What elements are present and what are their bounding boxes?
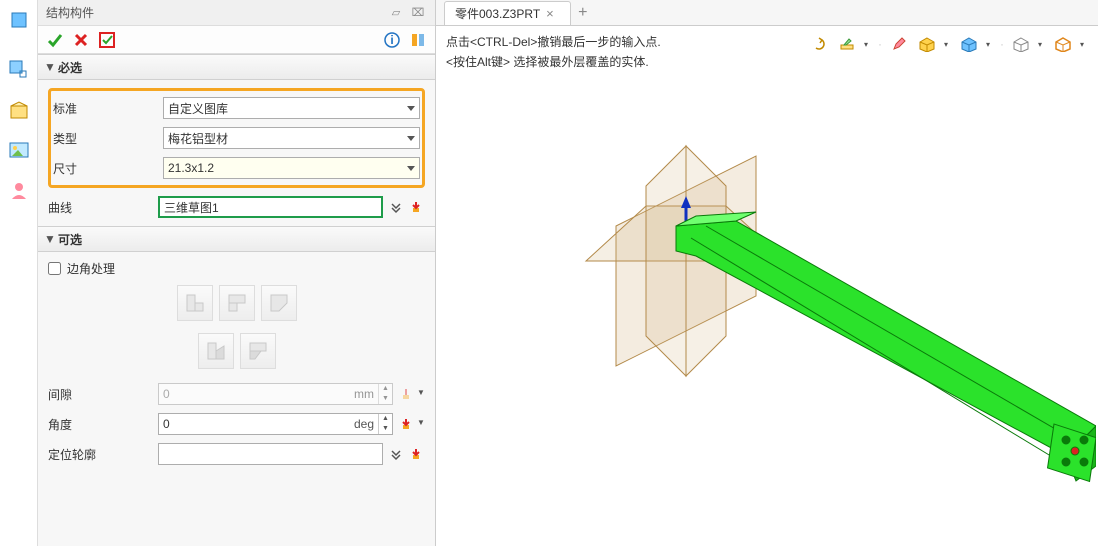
- corner-options: [157, 285, 317, 369]
- chevron-down-icon: ▼: [44, 60, 54, 74]
- corner-checkbox[interactable]: [48, 262, 61, 275]
- cancel-button[interactable]: [70, 29, 92, 51]
- corner-checkbox-row: 边角处理: [48, 260, 425, 277]
- corner-option-3[interactable]: [261, 285, 297, 321]
- label-angle: 角度: [48, 416, 158, 433]
- left-toolbar: [0, 0, 38, 546]
- section-required-body: 标准 自定义图库 类型 梅花铝型材 尺寸 21.3x1.2 曲线 三维草图1: [38, 80, 435, 226]
- close-panel-icon[interactable]: ⌧: [409, 6, 427, 20]
- label-profile: 定位轮廓: [48, 446, 158, 463]
- size-select[interactable]: 21.3x1.2: [163, 157, 420, 179]
- panel-title-bar: 结构构件 ▱ ⌧: [38, 0, 435, 26]
- section-optional-header[interactable]: ▼ 可选: [38, 226, 435, 252]
- corner-option-4[interactable]: [198, 333, 234, 369]
- image-icon[interactable]: [7, 138, 31, 162]
- profile-pick-icon[interactable]: [407, 443, 425, 465]
- document-tab[interactable]: 零件003.Z3PRT ×: [444, 1, 571, 25]
- expand-down-icon[interactable]: [387, 196, 405, 218]
- apply-button[interactable]: [96, 29, 118, 51]
- panel-title: 结构构件: [46, 4, 94, 21]
- angle-input[interactable]: 0 deg ▲▼: [158, 413, 393, 435]
- sidepanel-button[interactable]: [407, 29, 429, 51]
- label-corner: 边角处理: [67, 260, 115, 277]
- spin-down-icon[interactable]: ▼: [379, 394, 392, 404]
- viewport: 零件003.Z3PRT × + 点击<CTRL-Del>撤销最后一步的输入点. …: [436, 0, 1098, 546]
- user-icon[interactable]: [7, 178, 31, 202]
- standard-select[interactable]: 自定义图库: [163, 97, 420, 119]
- section-required-header[interactable]: ▼ 必选: [38, 54, 435, 80]
- label-gap: 间隙: [48, 386, 158, 403]
- label-size: 尺寸: [53, 160, 163, 177]
- label-curve: 曲线: [48, 199, 158, 216]
- section-optional-body: 边角处理 间隙 0 mm ▲▼ ▼ 角度 0: [38, 252, 435, 473]
- add-tab-button[interactable]: +: [571, 1, 595, 25]
- part-tree-icon[interactable]: [7, 58, 31, 82]
- expand-down-icon[interactable]: [387, 443, 405, 465]
- svg-text:i: i: [390, 33, 393, 47]
- corner-option-1[interactable]: [177, 285, 213, 321]
- curve-input[interactable]: 三维草图1: [158, 196, 383, 218]
- highlighted-group: 标准 自定义图库 类型 梅花铝型材 尺寸 21.3x1.2: [48, 88, 425, 188]
- chevron-down-icon: ▼: [44, 232, 54, 246]
- restore-icon[interactable]: ▱: [387, 6, 405, 20]
- spin-down-icon[interactable]: ▼: [379, 424, 392, 434]
- tab-label: 零件003.Z3PRT: [455, 5, 540, 22]
- type-select[interactable]: 梅花铝型材: [163, 127, 420, 149]
- ok-button[interactable]: [44, 29, 66, 51]
- gap-input[interactable]: 0 mm ▲▼: [158, 383, 393, 405]
- document-tabbar: 零件003.Z3PRT × +: [436, 0, 1098, 26]
- angle-dropdown-icon[interactable]: ▼: [417, 413, 425, 431]
- package-icon[interactable]: [7, 98, 31, 122]
- angle-pick-icon[interactable]: [397, 413, 415, 435]
- corner-option-5[interactable]: [240, 333, 276, 369]
- close-tab-icon[interactable]: ×: [546, 6, 554, 21]
- label-standard: 标准: [53, 100, 163, 117]
- section-optional-label: 可选: [58, 231, 82, 248]
- section-required-label: 必选: [58, 59, 82, 76]
- pick-icon[interactable]: [407, 196, 425, 218]
- action-bar: i: [38, 26, 435, 54]
- spin-up-icon[interactable]: ▲: [379, 414, 392, 424]
- spin-up-icon[interactable]: ▲: [379, 384, 392, 394]
- properties-panel: 结构构件 ▱ ⌧ i ▼ 必选 标准 自定义图库: [38, 0, 436, 546]
- profile-input[interactable]: [158, 443, 383, 465]
- corner-option-2[interactable]: [219, 285, 255, 321]
- label-type: 类型: [53, 130, 163, 147]
- scene-3d[interactable]: [436, 26, 1096, 546]
- gap-dropdown-icon[interactable]: ▼: [417, 383, 425, 401]
- gap-pick-icon: [397, 383, 415, 405]
- cube-icon[interactable]: [7, 8, 31, 32]
- info-button[interactable]: i: [381, 29, 403, 51]
